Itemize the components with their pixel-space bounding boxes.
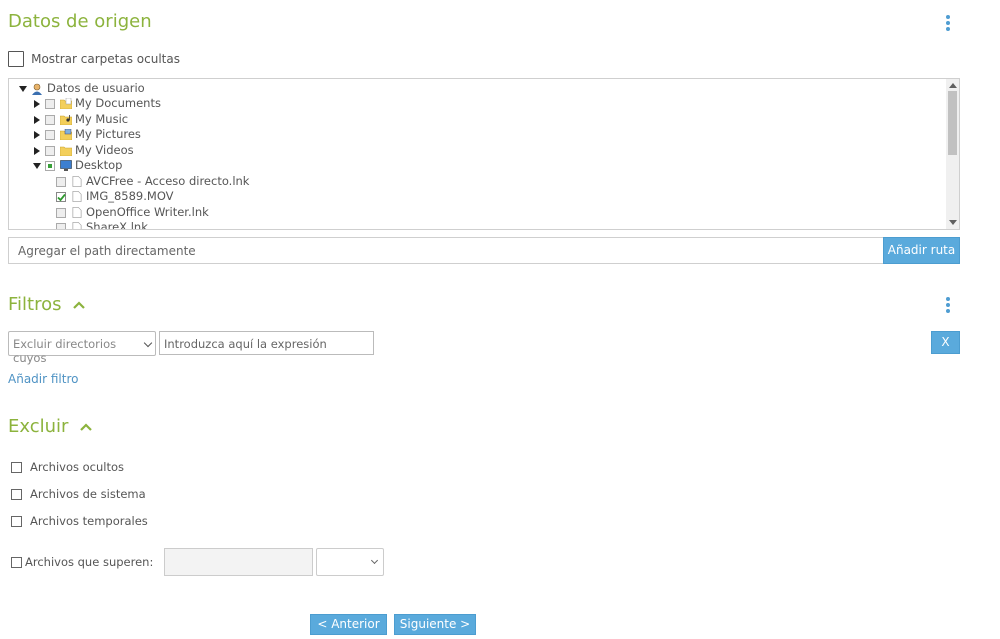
show-hidden-folders-label: Mostrar carpetas ocultas: [31, 51, 180, 66]
tree-checkbox[interactable]: [45, 146, 55, 156]
tree-root-label: Datos de usuario: [47, 81, 145, 95]
exclude-larger-than-option[interactable]: Archivos que superen:: [11, 555, 153, 569]
tree-item-label: My Music: [75, 112, 129, 126]
filter-type-select[interactable]: Excluir directorios cuyos: [8, 331, 156, 365]
tree-checkbox[interactable]: [45, 130, 55, 140]
videos-folder-icon: [60, 146, 72, 156]
tree-checkbox[interactable]: [45, 99, 55, 109]
collapse-arrow-icon[interactable]: [33, 163, 41, 169]
exclude-temp-files-label: Archivos temporales: [30, 514, 148, 528]
chevron-down-icon: [143, 338, 153, 348]
exclude-hidden-files-checkbox[interactable]: [11, 462, 22, 473]
size-limit-input[interactable]: [164, 548, 313, 576]
file-icon: [72, 222, 82, 229]
file-icon: [72, 207, 82, 218]
exclude-hidden-files-label: Archivos ocultos: [30, 460, 125, 474]
expand-arrow-icon[interactable]: [34, 116, 40, 124]
source-section-title: Datos de origen: [8, 11, 152, 32]
desktop-icon: [60, 160, 72, 171]
tree-item-label: My Pictures: [75, 127, 141, 141]
file-icon: [72, 191, 82, 202]
filters-section-header[interactable]: Filtros: [8, 294, 86, 315]
checkmark-icon: [57, 193, 66, 202]
tree-item-label: Desktop: [75, 158, 123, 172]
tree-file-label: ShareX.lnk: [86, 220, 148, 230]
path-input[interactable]: Agregar el path directamente: [8, 237, 884, 264]
exclude-system-files-checkbox[interactable]: [11, 489, 22, 500]
size-unit-select[interactable]: [316, 548, 384, 576]
exclude-temp-files-checkbox[interactable]: [11, 516, 22, 527]
tree-checkbox-checked[interactable]: [56, 192, 66, 202]
tree-item-label: My Documents: [75, 96, 161, 110]
previous-button[interactable]: < Anterior: [310, 614, 387, 635]
exclude-section-header[interactable]: Excluir: [8, 416, 92, 437]
show-hidden-folders-checkbox[interactable]: [8, 50, 24, 67]
tree-checkbox[interactable]: [56, 208, 66, 218]
add-filter-link[interactable]: Añadir filtro: [8, 372, 78, 386]
tree-file-label: IMG_8589.MOV: [86, 189, 174, 203]
user-icon: [32, 83, 42, 95]
exclude-system-files-option[interactable]: Archivos de sistema: [11, 487, 146, 501]
exclude-system-files-label: Archivos de sistema: [30, 487, 146, 501]
filter-type-value: Excluir directorios cuyos: [13, 337, 117, 365]
expand-arrow-icon[interactable]: [34, 100, 40, 108]
tree-file-label: AVCFree - Acceso directo.lnk: [86, 174, 250, 188]
file-icon: [72, 176, 82, 187]
show-hidden-folders-option[interactable]: Mostrar carpetas ocultas: [8, 48, 180, 67]
filters-kebab-menu-icon[interactable]: [943, 296, 953, 314]
tree-checkbox-partial[interactable]: [45, 161, 55, 171]
exclude-temp-files-option[interactable]: Archivos temporales: [11, 514, 148, 528]
tree-checkbox[interactable]: [56, 223, 66, 229]
scroll-down-arrow-icon[interactable]: [949, 220, 957, 225]
collapse-arrow-icon[interactable]: [19, 86, 27, 92]
pictures-folder-icon: [60, 129, 72, 140]
expand-arrow-icon[interactable]: [34, 147, 40, 155]
folder-tree[interactable]: Datos de usuario My Documents My Music M…: [8, 78, 960, 230]
chevron-up-icon[interactable]: [73, 301, 86, 309]
filter-expression-input[interactable]: Introduzca aquí la expresión: [159, 331, 374, 355]
expand-arrow-icon[interactable]: [34, 131, 40, 139]
exclude-section-title: Excluir: [8, 416, 69, 437]
tree-scrollbar[interactable]: [946, 79, 959, 229]
tree-checkbox[interactable]: [56, 177, 66, 187]
tree-file-label: OpenOffice Writer.lnk: [86, 205, 209, 219]
exclude-hidden-files-option[interactable]: Archivos ocultos: [11, 460, 124, 474]
chevron-down-icon: [370, 556, 379, 565]
next-button[interactable]: Siguiente >: [394, 614, 476, 635]
filters-section-title: Filtros: [8, 294, 62, 315]
documents-folder-icon: [60, 98, 72, 109]
add-path-button[interactable]: Añadir ruta: [883, 237, 960, 264]
exclude-larger-than-checkbox[interactable]: [11, 557, 22, 568]
tree-checkbox[interactable]: [45, 115, 55, 125]
tree-item-label: My Videos: [75, 143, 134, 157]
exclude-larger-than-label: Archivos que superen:: [25, 555, 154, 569]
chevron-up-icon[interactable]: [80, 423, 92, 431]
source-kebab-menu-icon[interactable]: [943, 14, 953, 32]
scrollbar-thumb[interactable]: [948, 91, 957, 155]
music-folder-icon: [60, 115, 72, 125]
scroll-up-arrow-icon[interactable]: [949, 83, 957, 88]
remove-filter-button[interactable]: X: [931, 331, 960, 354]
